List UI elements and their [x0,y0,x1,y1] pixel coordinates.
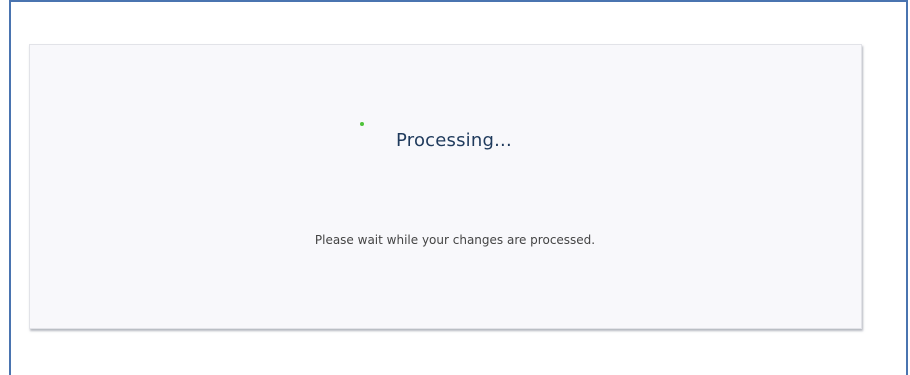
loading-spinner-icon [360,122,364,126]
processing-panel [29,44,862,329]
processing-title: Processing... [396,130,512,151]
processing-message: Please wait while your changes are proce… [314,233,596,247]
